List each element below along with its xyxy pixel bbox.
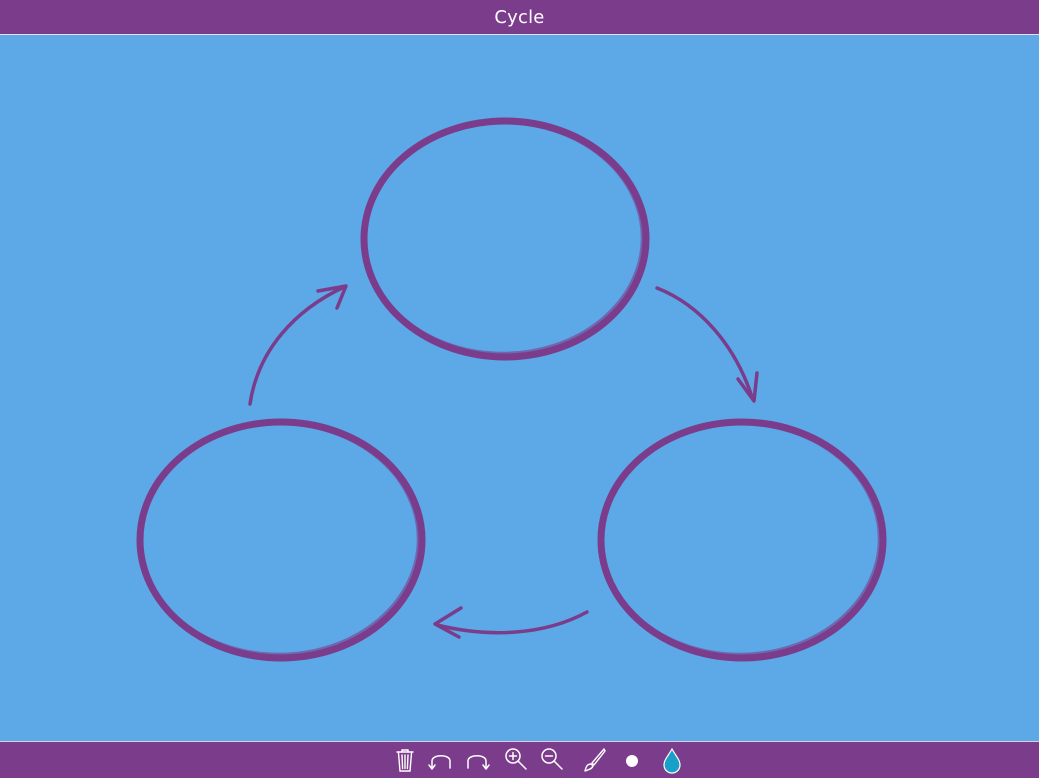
drawing-app: Cycle <box>0 0 1039 778</box>
brush-icon[interactable] <box>580 746 608 774</box>
page-title: Cycle <box>494 6 545 28</box>
zoom-in-icon[interactable] <box>502 746 530 774</box>
bottom-right-circle <box>597 418 887 662</box>
trash-icon[interactable] <box>391 746 419 774</box>
bottom-left-circle <box>136 418 426 662</box>
drawing-canvas[interactable] <box>0 35 1039 741</box>
cycle-diagram <box>136 117 887 662</box>
top-circle <box>360 117 650 361</box>
title-bar: Cycle <box>0 0 1039 35</box>
bottom-toolbar <box>0 741 1039 778</box>
arrow-bottom-right-to-bottom-left <box>433 606 589 639</box>
arrow-bottom-left-to-top <box>248 284 348 406</box>
arrow-top-to-bottom-right <box>655 286 759 403</box>
redo-icon[interactable] <box>463 746 491 774</box>
undo-icon[interactable] <box>427 746 455 774</box>
zoom-out-icon[interactable] <box>538 746 566 774</box>
color-drop-icon[interactable] <box>658 746 686 774</box>
brush-size-icon[interactable] <box>618 746 646 774</box>
